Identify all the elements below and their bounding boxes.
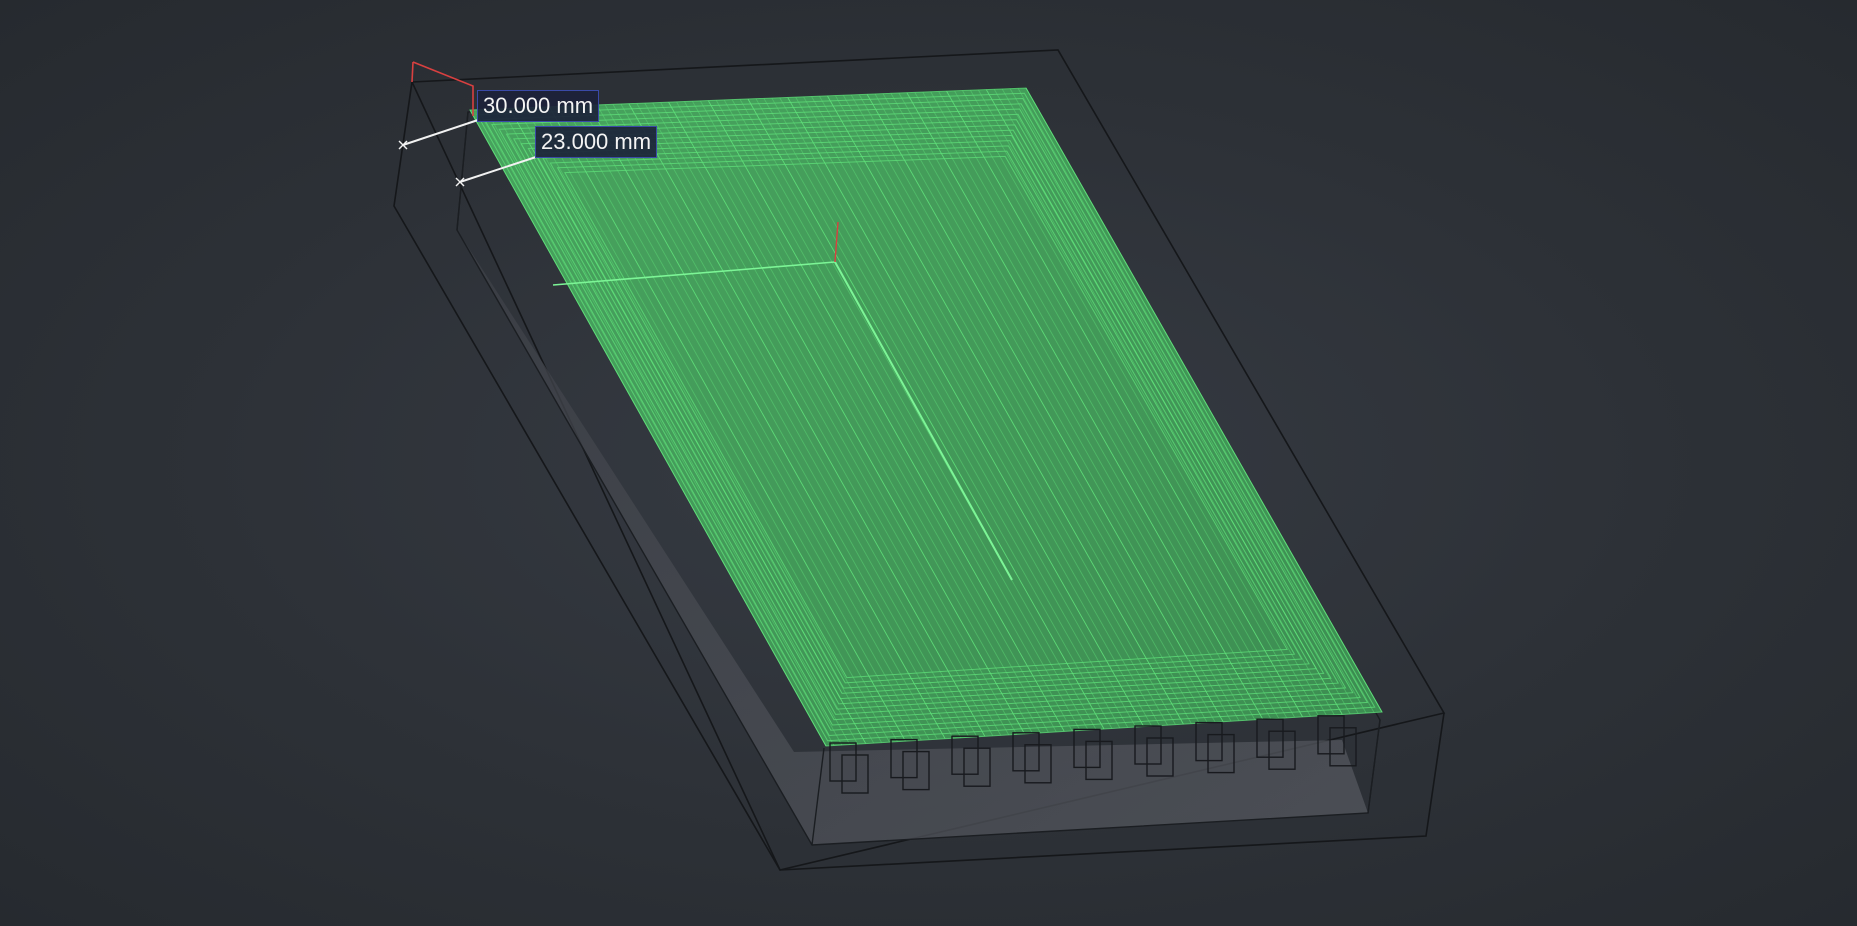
dimension-label-offset[interactable]: 23.000 mm: [535, 126, 658, 158]
cam-scene[interactable]: [0, 0, 1857, 926]
toolpath-pocket[interactable]: [469, 87, 1383, 747]
3d-viewport[interactable]: 30.000 mm 23.000 mm: [0, 0, 1857, 926]
dimension-label-depth[interactable]: 30.000 mm: [477, 90, 600, 122]
dim-endpoint-x-icon: [398, 140, 465, 187]
